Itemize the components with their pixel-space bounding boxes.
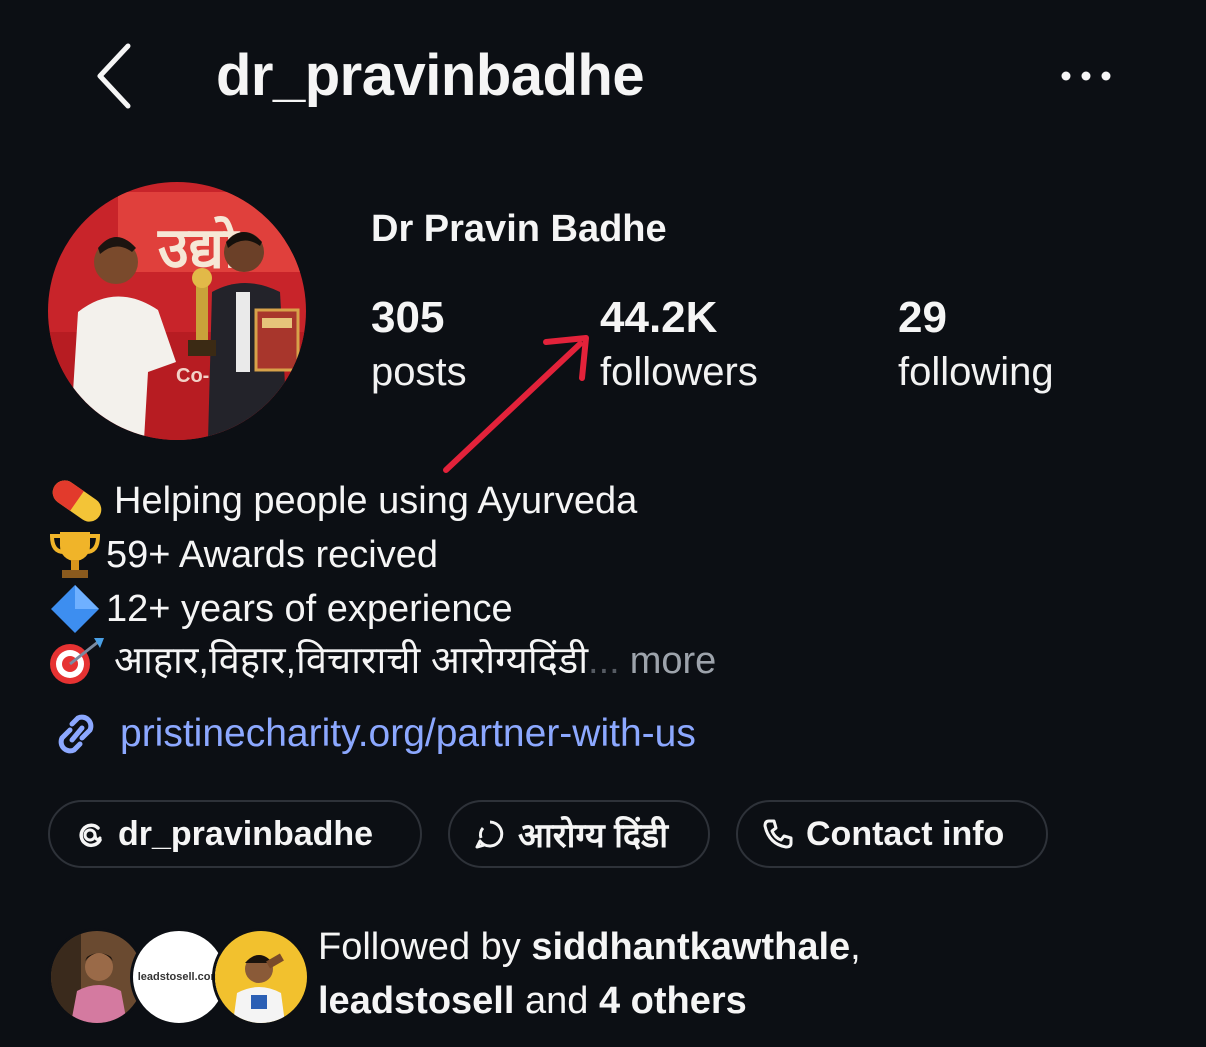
link-icon [58,714,94,754]
annotation-arrow-icon [443,335,589,473]
blue-diamond-icon [48,582,102,636]
profile-display-name: Dr Pravin Badhe [371,208,667,250]
bio-text-2: 59+ Awards recived [106,534,438,576]
leadstosell-logo-text: leadstosell.com [137,971,221,983]
followed-by-others[interactable]: 4 others [599,980,747,1022]
threads-chip-label: dr_pravinbadhe [118,814,374,853]
svg-text:Co-: Co- [176,365,209,387]
following-label: following [898,350,1054,394]
bio-text-3: 12+ years of experience [106,588,513,630]
following-count: 29 [898,293,947,342]
profile-photo: उद्यो Co- [48,182,306,440]
bio-more-link[interactable]: more [630,634,717,688]
follower-avatar[interactable] [212,928,310,1026]
broadcast-channel-label: आरोग्य दिंडी [518,817,669,855]
trophy-icon [48,528,102,582]
profile-username: dr_pravinbadhe [216,43,645,108]
threads-chip[interactable]: dr_pravinbadhe [48,800,422,868]
chat-bubble-icon [475,820,504,849]
threads-icon [79,823,102,848]
bio-line-4: आहार,विहार,विचाराची आरोग्यदिंडी ... more [48,634,716,688]
followed-by-user-1[interactable]: siddhantkawthale [531,926,850,968]
followed-by-text[interactable]: Followed by siddhantkawthale, leadstosel… [318,920,1178,1028]
more-horizontal-icon [1061,71,1111,81]
followed-by-comma: , [850,926,861,968]
followed-by-prefix: Followed by [318,926,521,968]
bio-ellipsis: ... [588,640,620,682]
contact-info-chip[interactable]: Contact info [736,800,1048,868]
followed-by-user-2[interactable]: leadstosell [318,980,514,1022]
back-button[interactable] [88,38,148,114]
external-link[interactable]: pristinecharity.org/partner-with-us [48,704,696,764]
chevron-left-icon [97,43,131,109]
broadcast-channel-chip[interactable]: आरोग्य दिंडी [448,800,710,868]
target-dart-icon [48,634,106,688]
phone-icon [763,819,793,849]
profile-avatar[interactable]: उद्यो Co- [48,182,306,440]
bio-line-2: 59+ Awards recived [48,528,438,582]
more-options-button[interactable] [1056,56,1116,96]
contact-info-label: Contact info [806,814,1005,853]
bio-line-1: Helping people using Ayurveda [48,474,637,528]
bio-text-1: Helping people using Ayurveda [114,480,638,522]
bio-text-4: आहार,विहार,विचाराची आरोग्यदिंडी [114,640,589,682]
followed-by-and: and [524,980,589,1022]
external-link-text: pristinecharity.org/partner-with-us [120,712,696,755]
bio-line-3: 12+ years of experience [48,582,513,636]
following-stat[interactable]: 29 following [898,290,1054,398]
pill-icon [48,474,106,528]
